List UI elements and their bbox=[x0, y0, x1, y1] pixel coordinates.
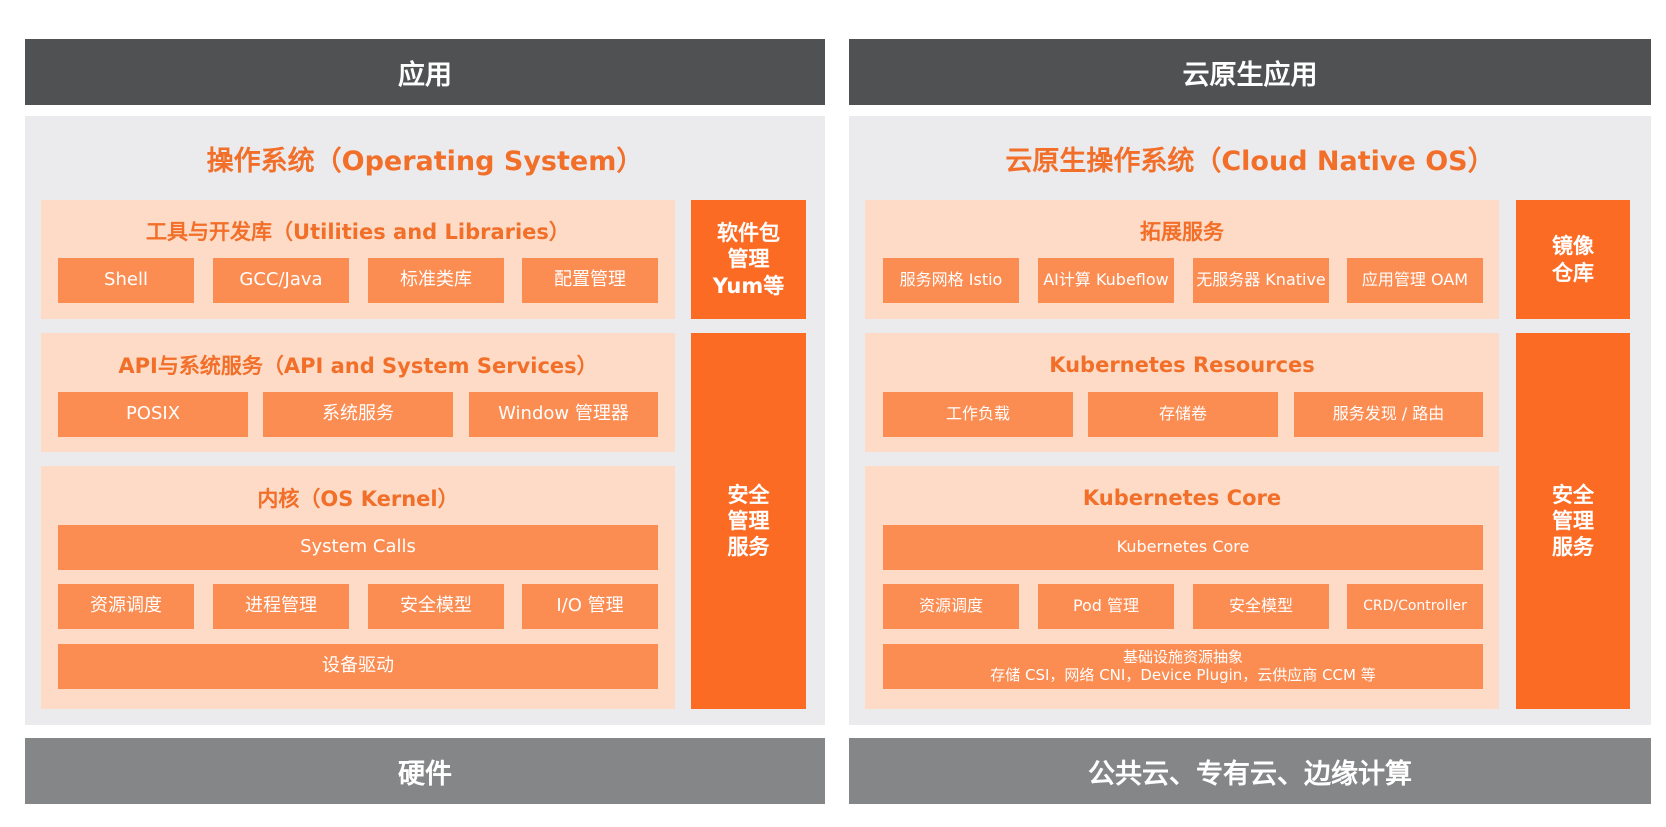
infra-abstraction-line1: 基础设施资源抽象 bbox=[1122, 648, 1243, 667]
side-line: 服务 bbox=[727, 535, 770, 560]
side-line: 管理 bbox=[727, 508, 770, 533]
right-side-security-mgmt: 安全 管理 服务 bbox=[1516, 333, 1630, 709]
right-cell-oam: 应用管理 OAM bbox=[1347, 258, 1483, 303]
right-os-title: 云原生操作系统（Cloud Native OS） bbox=[1005, 145, 1495, 177]
right-top-bar-cloud-native-apps: 云原生应用 bbox=[849, 39, 1651, 105]
side-line: 管理 bbox=[727, 247, 770, 272]
side-line: 管理 bbox=[1552, 508, 1594, 533]
right-layer-extension-services-title: 拓展服务 bbox=[1140, 220, 1224, 244]
left-bottom-bar-hardware: 硬件 bbox=[25, 738, 825, 804]
right-cell-istio: 服务网格 Istio bbox=[883, 258, 1019, 303]
right-layer-k8s-core-title: Kubernetes Core bbox=[1082, 486, 1282, 510]
right-cell-pod-mgmt: Pod 管理 bbox=[1038, 584, 1174, 629]
side-line: 安全 bbox=[727, 482, 770, 507]
side-line: Yum等 bbox=[712, 273, 785, 298]
left-side-package-mgmt: 软件包 管理 Yum等 bbox=[691, 200, 806, 319]
left-cell-security-model: 安全模型 bbox=[368, 584, 504, 629]
left-cell-resource-scheduling: 资源调度 bbox=[58, 584, 194, 629]
side-line: 安全 bbox=[1552, 482, 1594, 507]
right-cell-resource-scheduling: 资源调度 bbox=[883, 584, 1019, 629]
infra-abstraction-line2: 存储 CSI，网络 CNI，Device Plugin，云供应商 CCM 等 bbox=[990, 665, 1376, 684]
left-cell-std-libs: 标准类库 bbox=[368, 258, 504, 303]
left-cell-shell: Shell bbox=[58, 258, 194, 303]
left-cell-device-drivers: 设备驱动 bbox=[58, 644, 658, 689]
side-line: 仓库 bbox=[1552, 260, 1594, 285]
left-cell-process-mgmt: 进程管理 bbox=[213, 584, 349, 629]
left-cell-posix: POSIX bbox=[58, 392, 248, 437]
left-cell-gcc-java: GCC/Java bbox=[213, 258, 349, 303]
left-top-bar-applications: 应用 bbox=[25, 39, 825, 105]
right-cell-k8s-core: Kubernetes Core bbox=[883, 525, 1483, 570]
right-top-bar-label: 云原生应用 bbox=[1182, 59, 1318, 91]
left-top-bar-label: 应用 bbox=[398, 59, 452, 91]
left-cell-system-calls: System Calls bbox=[58, 525, 658, 570]
side-line: 软件包 bbox=[717, 221, 780, 246]
left-cell-window-manager: Window 管理器 bbox=[469, 392, 658, 437]
left-bottom-bar-label: 硬件 bbox=[398, 758, 452, 790]
left-side-security-mgmt: 安全 管理 服务 bbox=[691, 333, 806, 709]
side-line: 镜像 bbox=[1552, 234, 1594, 259]
right-bottom-bar-cloud-infra: 公共云、专有云、边缘计算 bbox=[849, 738, 1651, 804]
right-bottom-bar-label: 公共云、专有云、边缘计算 bbox=[1088, 758, 1412, 790]
left-layer-utilities-title: 工具与开发库（Utilities and Libraries） bbox=[146, 220, 570, 244]
right-cell-knative: 无服务器 Knative bbox=[1193, 258, 1329, 303]
left-cell-system-services: 系统服务 bbox=[263, 392, 453, 437]
right-cell-service-discovery: 服务发现 / 路由 bbox=[1294, 392, 1483, 437]
side-line: 服务 bbox=[1552, 535, 1594, 560]
right-cell-kubeflow: AI计算 Kubeflow bbox=[1038, 258, 1174, 303]
left-layer-kernel-title: 内核（OS Kernel） bbox=[257, 487, 459, 511]
right-cell-security-model: 安全模型 bbox=[1193, 584, 1329, 629]
right-cell-crd-controller: CRD/Controller bbox=[1347, 584, 1483, 629]
left-layer-api-services-title: API与系统服务（API and System Services） bbox=[118, 354, 598, 378]
right-side-image-registry: 镜像 仓库 bbox=[1516, 200, 1630, 319]
left-cell-config-mgmt: 配置管理 bbox=[522, 258, 658, 303]
right-layer-k8s-resources-title: Kubernetes Resources bbox=[1049, 353, 1315, 377]
right-cell-workloads: 工作负载 bbox=[883, 392, 1073, 437]
right-cell-volumes: 存储卷 bbox=[1088, 392, 1278, 437]
left-cell-io-mgmt: I/O 管理 bbox=[522, 584, 658, 629]
right-cell-infra-abstraction: 基础设施资源抽象 存储 CSI，网络 CNI，Device Plugin，云供应… bbox=[883, 644, 1483, 689]
left-os-title: 操作系统（Operating System） bbox=[206, 145, 644, 177]
